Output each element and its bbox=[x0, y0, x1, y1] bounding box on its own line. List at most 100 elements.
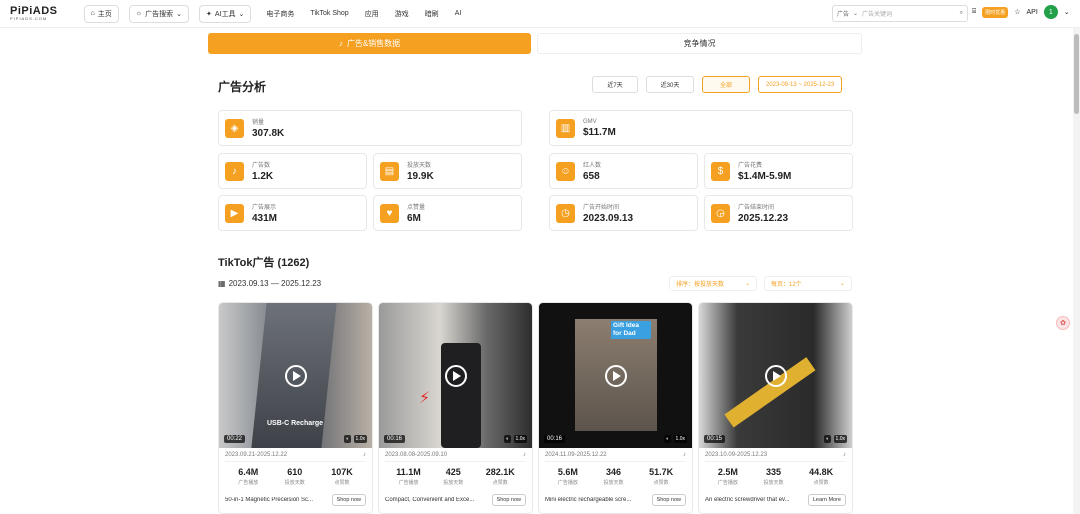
nav-ad-search[interactable]: ☼ 广告搜索 ⌄ bbox=[128, 4, 190, 23]
metric-gmv: ▥ GMV $11.7M bbox=[549, 110, 853, 146]
ad-description[interactable]: 50-in-1 Magnetic Preceision Sc... bbox=[225, 497, 325, 503]
chevron-down-icon[interactable]: ⌄ bbox=[1064, 8, 1070, 16]
ad-video-thumbnail[interactable]: Gift Idea for Dad 00:16 ◖ 1.0x bbox=[539, 303, 692, 448]
ad-description[interactable]: Compact, Convenient and Exce... bbox=[385, 497, 485, 503]
metric-label: 广告结束时间 bbox=[738, 205, 775, 211]
search-icon[interactable]: ⌕ bbox=[960, 10, 963, 17]
nav-home-label: 主页 bbox=[97, 10, 112, 18]
video-duration: 00:16 bbox=[544, 435, 566, 443]
home-icon: ⌂ bbox=[90, 10, 95, 17]
play-icon[interactable] bbox=[444, 364, 467, 387]
calendar-icon: ▤ bbox=[380, 161, 399, 181]
tiktok-icon: ♪ bbox=[225, 161, 244, 181]
per-page-select[interactable]: 每页：12个 ⌄ bbox=[764, 276, 852, 291]
ad-dates: 2023.10.09-2025.12.23 bbox=[705, 452, 768, 458]
ad-description[interactable]: Mini electric rechargeable scre... bbox=[545, 497, 645, 503]
play-icon[interactable] bbox=[604, 364, 627, 387]
ad-dates: 2024.11.09-2025.12.22 bbox=[545, 452, 607, 458]
timer-icon: ◷ bbox=[556, 203, 575, 223]
sort-select[interactable]: 排序：按投放天数 ⌄ bbox=[669, 276, 757, 291]
nav-ai[interactable]: AI bbox=[455, 10, 462, 17]
ad-run-days: 346 bbox=[605, 467, 621, 477]
metric-likes: ♥ 点赞量 6M bbox=[373, 195, 522, 231]
tab-competition[interactable]: 竞争情况 bbox=[537, 33, 862, 54]
chevron-down-icon: ⌄ bbox=[744, 281, 750, 287]
metric-label: 销量 bbox=[252, 120, 265, 126]
mute-icon[interactable]: ◖ bbox=[823, 435, 831, 443]
heart-icon: ♥ bbox=[380, 203, 399, 223]
ad-card[interactable]: 00:15 ◖ 1.0x 2023.10.09-2025.12.23 ♪ 2.5M 广… bbox=[698, 302, 853, 514]
ads-section-title: TikTok广告 (1262) bbox=[218, 257, 310, 269]
ad-likes: 51.7K bbox=[649, 467, 674, 477]
nav-apps[interactable]: 应用 bbox=[365, 9, 379, 19]
tag-icon: ◈ bbox=[225, 118, 244, 138]
date-30d-button[interactable]: 近30天 bbox=[646, 76, 694, 93]
avatar[interactable]: 1 bbox=[1043, 5, 1058, 19]
metric-label: 广告开始时间 bbox=[583, 205, 620, 211]
metric-label: 广告花费 bbox=[738, 163, 763, 169]
search-scope-select[interactable]: 广告 bbox=[837, 9, 849, 18]
stat-label: 广告播放 bbox=[398, 480, 419, 486]
cta-button[interactable]: Shop now bbox=[331, 494, 366, 506]
speed-badge[interactable]: 1.0x bbox=[513, 435, 527, 443]
mute-icon[interactable]: ◖ bbox=[503, 435, 511, 443]
stat-label: 广告播放 bbox=[557, 480, 578, 486]
ad-impressions: 5.6M bbox=[557, 467, 578, 477]
nav-home[interactable]: ⌂ 主页 bbox=[83, 4, 119, 23]
lightning-icon: ⚡ bbox=[419, 390, 431, 407]
ad-card[interactable]: ⚡ 00:16 ◖ 1.0x 2023.08.08-2025.09.10 ♪ 11.… bbox=[378, 302, 533, 514]
ad-impressions: 11.1M bbox=[396, 467, 421, 477]
nav-ai-tools[interactable]: ✦ AI工具 ⌄ bbox=[199, 4, 252, 23]
stat-label: 投放天数 bbox=[284, 480, 305, 486]
tiktok-icon[interactable]: ♪ bbox=[683, 452, 686, 458]
nav-ecommerce[interactable]: 电子商务 bbox=[266, 9, 294, 19]
date-7d-button[interactable]: 近7天 bbox=[592, 76, 638, 93]
speed-badge[interactable]: 1.0x bbox=[833, 435, 847, 443]
date-range-picker[interactable]: 2023-09-13 ~ 2025-12-23 bbox=[758, 76, 843, 93]
floating-helper-icon[interactable]: ✿ bbox=[1056, 316, 1070, 330]
tiktok-icon[interactable]: ♪ bbox=[843, 452, 846, 458]
metric-value: 658 bbox=[583, 171, 600, 182]
logo[interactable]: PiPiADS PIPIADS.COM bbox=[10, 6, 58, 21]
tab-ads-sales[interactable]: ♪ 广告&销售数据 bbox=[208, 33, 531, 54]
ad-video-thumbnail[interactable]: USB-C Recharge 00:22 ◖ 1.0x bbox=[219, 303, 372, 448]
cta-button[interactable]: Learn More bbox=[807, 494, 846, 506]
scrollbar-thumb[interactable] bbox=[1074, 34, 1079, 114]
promo-badge[interactable]: 限时优惠 bbox=[982, 6, 1009, 18]
api-link[interactable]: API bbox=[1027, 9, 1038, 16]
nav-dark[interactable]: 暗刷 bbox=[425, 9, 439, 19]
ad-video-thumbnail[interactable]: 00:15 ◖ 1.0x bbox=[699, 303, 852, 448]
ad-card[interactable]: USB-C Recharge 00:22 ◖ 1.0x 2023.09.21-20… bbox=[218, 302, 373, 514]
play-icon[interactable] bbox=[284, 364, 307, 387]
dollar-icon: $ bbox=[711, 161, 730, 181]
date-all-button[interactable]: 全部 bbox=[702, 76, 750, 93]
chevron-down-icon: ⌄ bbox=[176, 10, 183, 18]
tab-competition-label: 竞争情况 bbox=[683, 39, 716, 48]
speed-badge[interactable]: 1.0x bbox=[673, 435, 687, 443]
speed-badge[interactable]: 1.0x bbox=[353, 435, 367, 443]
cta-button[interactable]: Shop now bbox=[491, 494, 526, 506]
mute-icon[interactable]: ◖ bbox=[663, 435, 671, 443]
ad-card[interactable]: Gift Idea for Dad 00:16 ◖ 1.0x 2024.11.09… bbox=[538, 302, 693, 514]
nav-tiktok-shop[interactable]: TikTok Shop bbox=[310, 10, 348, 17]
search-box[interactable]: 广告 ⌄ 广告关键词 ⌕ bbox=[832, 5, 968, 22]
ad-video-thumbnail[interactable]: ⚡ 00:16 ◖ 1.0x bbox=[379, 303, 532, 448]
cta-button[interactable]: Shop now bbox=[651, 494, 686, 506]
tiktok-icon[interactable]: ♪ bbox=[523, 452, 526, 458]
nav-ad-search-label: 广告搜索 bbox=[145, 10, 174, 18]
search-input[interactable]: 广告关键词 bbox=[862, 9, 960, 18]
star-icon[interactable]: ☆ bbox=[1014, 8, 1020, 16]
gift-icon[interactable]: ⌸ bbox=[972, 8, 976, 16]
nav-games[interactable]: 游戏 bbox=[395, 9, 409, 19]
play-icon: ▶ bbox=[225, 203, 244, 223]
tab-ads-sales-label: 广告&销售数据 bbox=[346, 39, 401, 48]
metric-label: GMV bbox=[583, 118, 597, 125]
page-scrollbar[interactable] bbox=[1073, 28, 1080, 514]
tiktok-icon[interactable]: ♪ bbox=[363, 452, 366, 458]
ad-description[interactable]: An electric screwdriver that ev... bbox=[705, 497, 805, 503]
metric-start-time: ◷ 广告开始时间 2023.09.13 bbox=[549, 195, 698, 231]
video-overlay-text: Gift Idea for Dad bbox=[611, 321, 651, 339]
mute-icon[interactable]: ◖ bbox=[343, 435, 351, 443]
play-icon[interactable] bbox=[764, 364, 787, 387]
stat-label: 点赞数 bbox=[653, 480, 669, 486]
